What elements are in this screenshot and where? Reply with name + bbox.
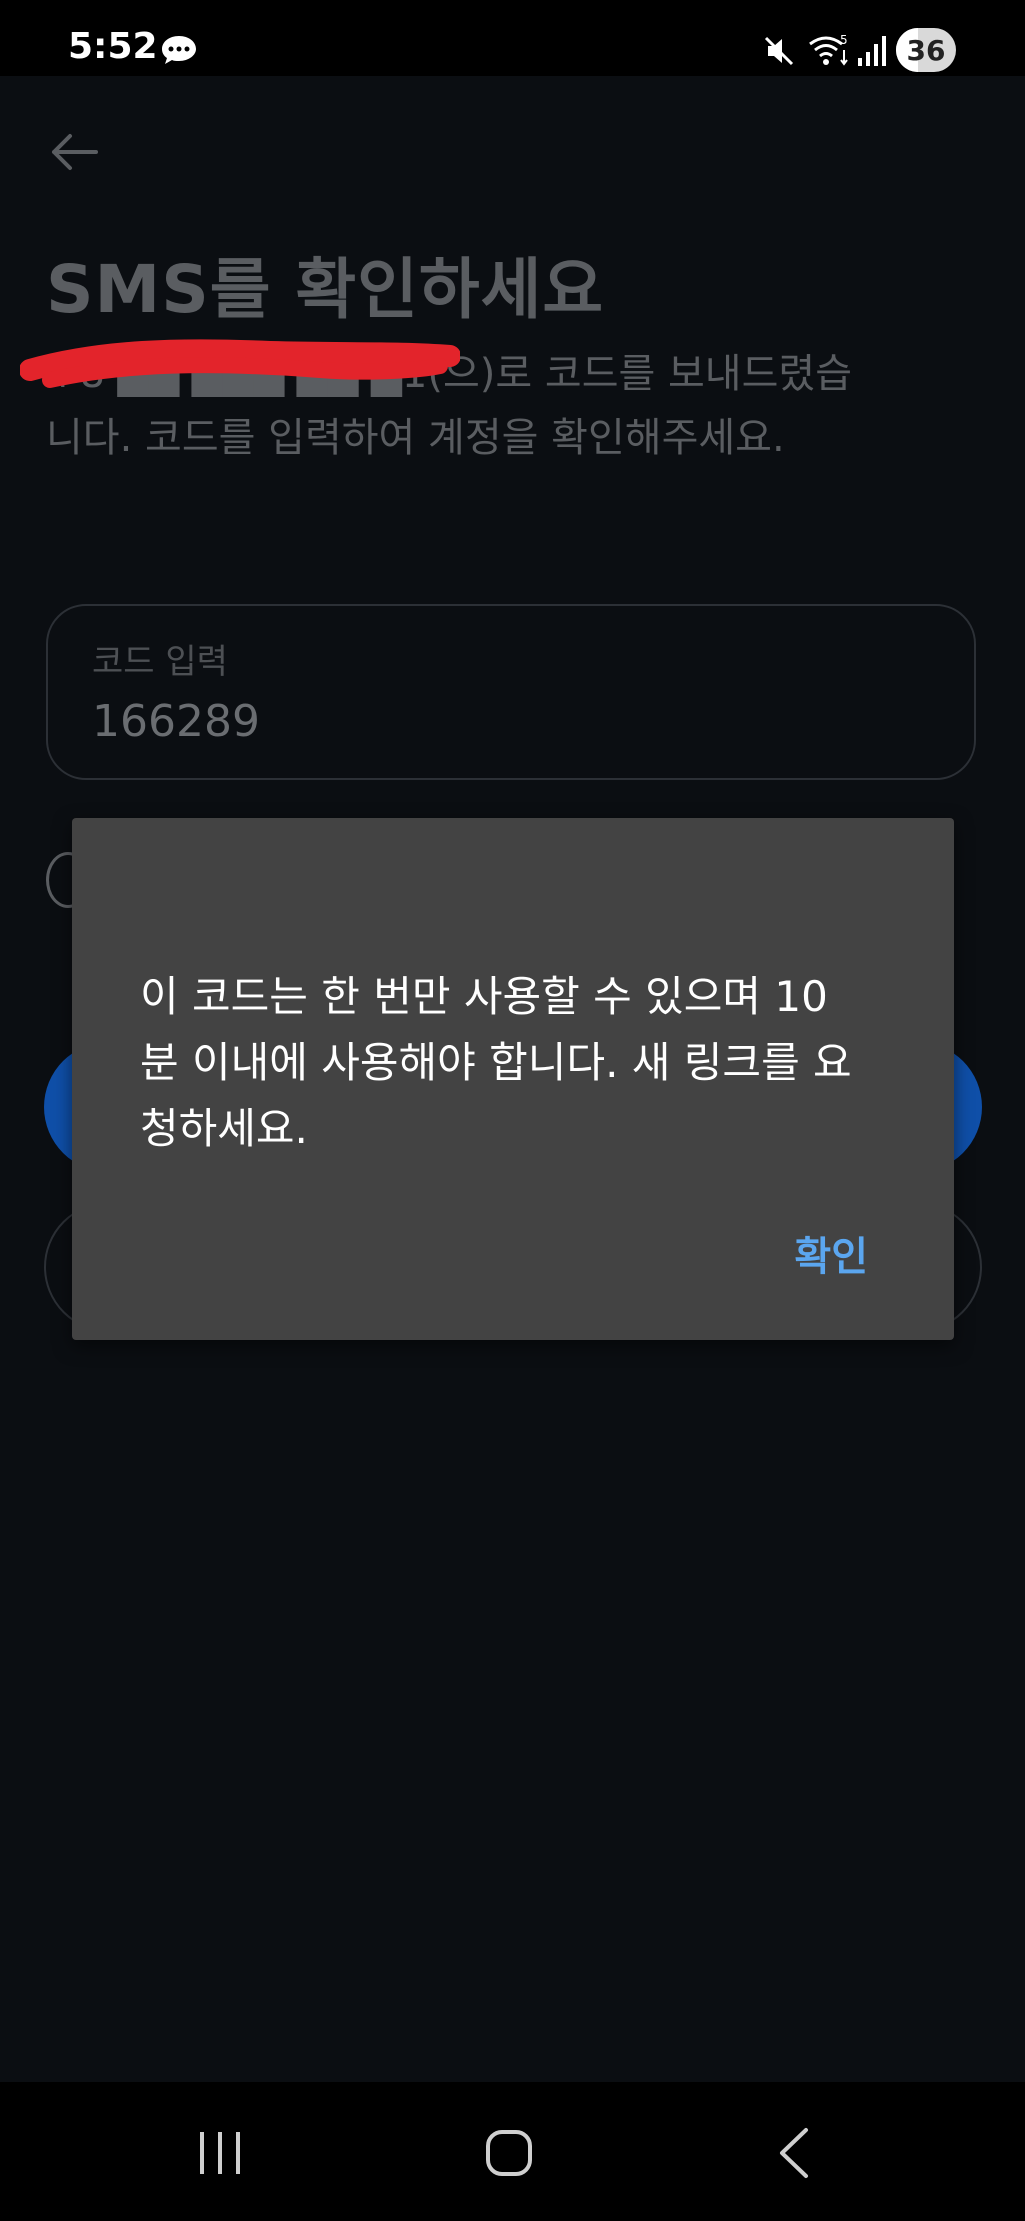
nav-back-icon[interactable] [774, 2126, 814, 2180]
dialog-confirm-button[interactable]: 확인 [794, 1224, 868, 1282]
battery-level: 36 [906, 34, 946, 67]
page-title: SMS를 확인하세요 [46, 251, 605, 328]
system-nav-bar [0, 2082, 1025, 2221]
message-icon [162, 36, 196, 64]
redaction-scribble [20, 339, 460, 388]
status-time: 5:52 [68, 26, 158, 67]
code-input-field[interactable]: 코드 입력 166289 [46, 604, 976, 780]
svg-text:5: 5 [840, 33, 848, 47]
alert-dialog: 이 코드는 한 번만 사용할 수 있으며 10분 이내에 사용해야 합니다. 새… [72, 818, 954, 1340]
status-bar: 5:52 5 36 [0, 0, 1025, 76]
home-icon[interactable] [484, 2126, 534, 2180]
code-input-value[interactable]: 166289 [92, 696, 260, 747]
dialog-message: 이 코드는 한 번만 사용할 수 있으며 10분 이내에 사용해야 합니다. 새… [140, 972, 852, 1153]
wifi-icon: 5 [809, 33, 848, 66]
signal-icon [858, 36, 886, 66]
battery-indicator: 36 [896, 28, 956, 72]
back-arrow-icon[interactable] [46, 128, 102, 176]
recent-apps-icon[interactable] [196, 2128, 244, 2178]
code-input-label: 코드 입력 [92, 642, 228, 682]
mute-icon [764, 36, 794, 66]
